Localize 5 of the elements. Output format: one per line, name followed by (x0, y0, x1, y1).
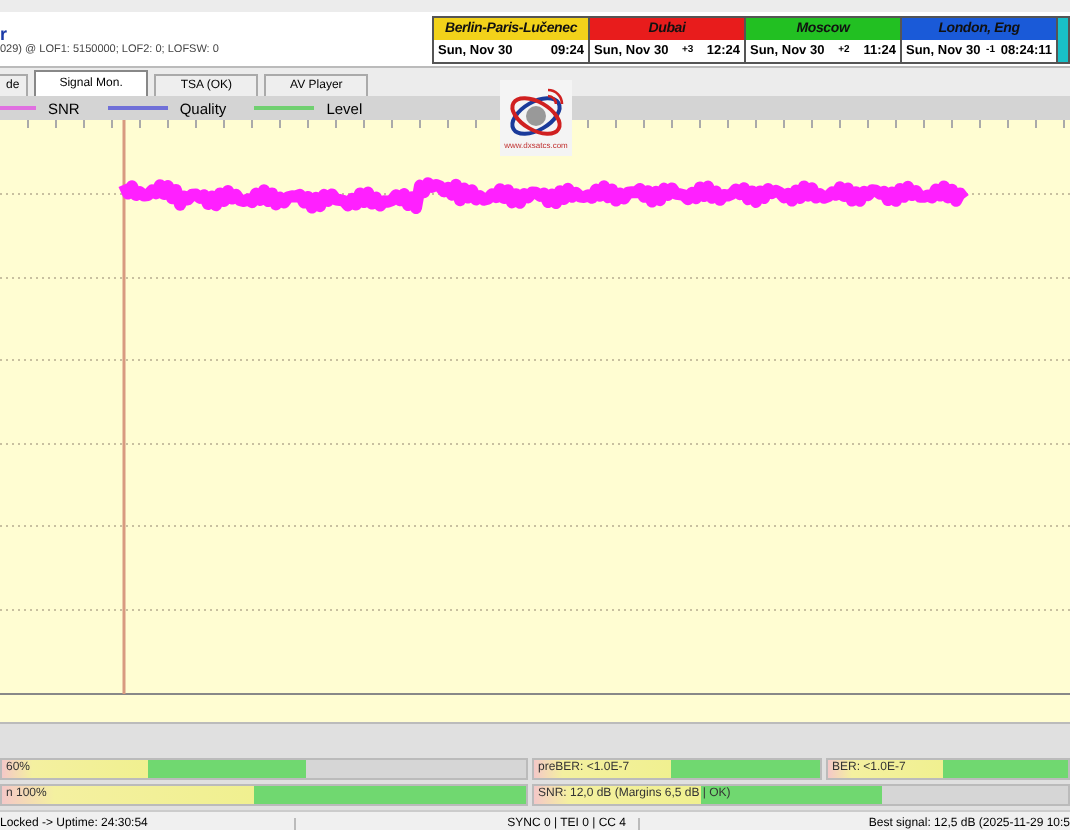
time-offset: -1 (986, 44, 995, 56)
satellite-logo-icon (506, 87, 566, 139)
time-offset: +3 (681, 44, 694, 56)
time-offset: +2 (838, 44, 850, 56)
app-title: r (0, 23, 10, 43)
